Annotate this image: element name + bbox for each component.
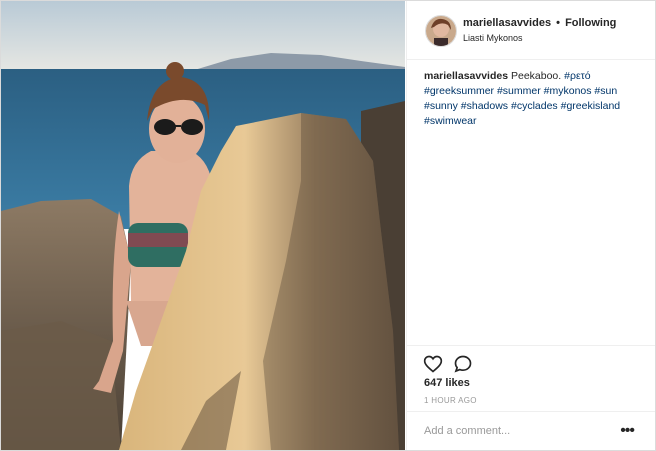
caption: mariellasavvides Peekaboo. #ρετό #greeks… (424, 69, 636, 129)
hashtag-link[interactable]: #summer (497, 85, 541, 97)
following-button[interactable]: Following (565, 17, 616, 29)
location-link[interactable]: Liasti Mykonos (463, 33, 523, 43)
comment-icon[interactable] (453, 354, 473, 374)
post-header: mariellasavvides • Following Liasti Myko… (407, 1, 655, 60)
username-link[interactable]: mariellasavvides (463, 17, 551, 29)
caption-username[interactable]: mariellasavvides (424, 70, 508, 82)
instagram-post: mariellasavvides • Following Liasti Myko… (0, 0, 656, 451)
comment-row: Add a comment... ••• (407, 411, 655, 450)
separator-dot: • (556, 17, 560, 29)
more-options-icon[interactable]: ••• (620, 422, 635, 440)
hashtag-link[interactable]: #mykonos (544, 85, 592, 97)
hashtag-link[interactable]: #swimwear (424, 115, 477, 127)
hashtag-link[interactable]: #sun (594, 85, 617, 97)
hashtag-link[interactable]: #cyclades (511, 100, 558, 112)
hashtag-link[interactable]: #greeksummer (424, 85, 494, 97)
header-user-line: mariellasavvides • Following (463, 17, 616, 29)
hashtag-link[interactable]: #ρετό (564, 70, 590, 82)
likes-count[interactable]: 647 likes (424, 377, 470, 389)
hashtag-link[interactable]: #sunny (424, 100, 458, 112)
timestamp: 1 HOUR AGO (424, 396, 477, 405)
hashtag-link[interactable]: #shadows (461, 100, 508, 112)
post-actions (407, 345, 655, 376)
caption-text: Peekaboo. (510, 70, 562, 82)
avatar[interactable] (425, 15, 457, 47)
heart-icon[interactable] (423, 354, 443, 374)
comment-input[interactable]: Add a comment... (424, 425, 510, 437)
post-details-panel: mariellasavvides • Following Liasti Myko… (406, 1, 655, 450)
post-photo[interactable] (1, 1, 405, 450)
hashtag-link[interactable]: #greekisland (561, 100, 621, 112)
